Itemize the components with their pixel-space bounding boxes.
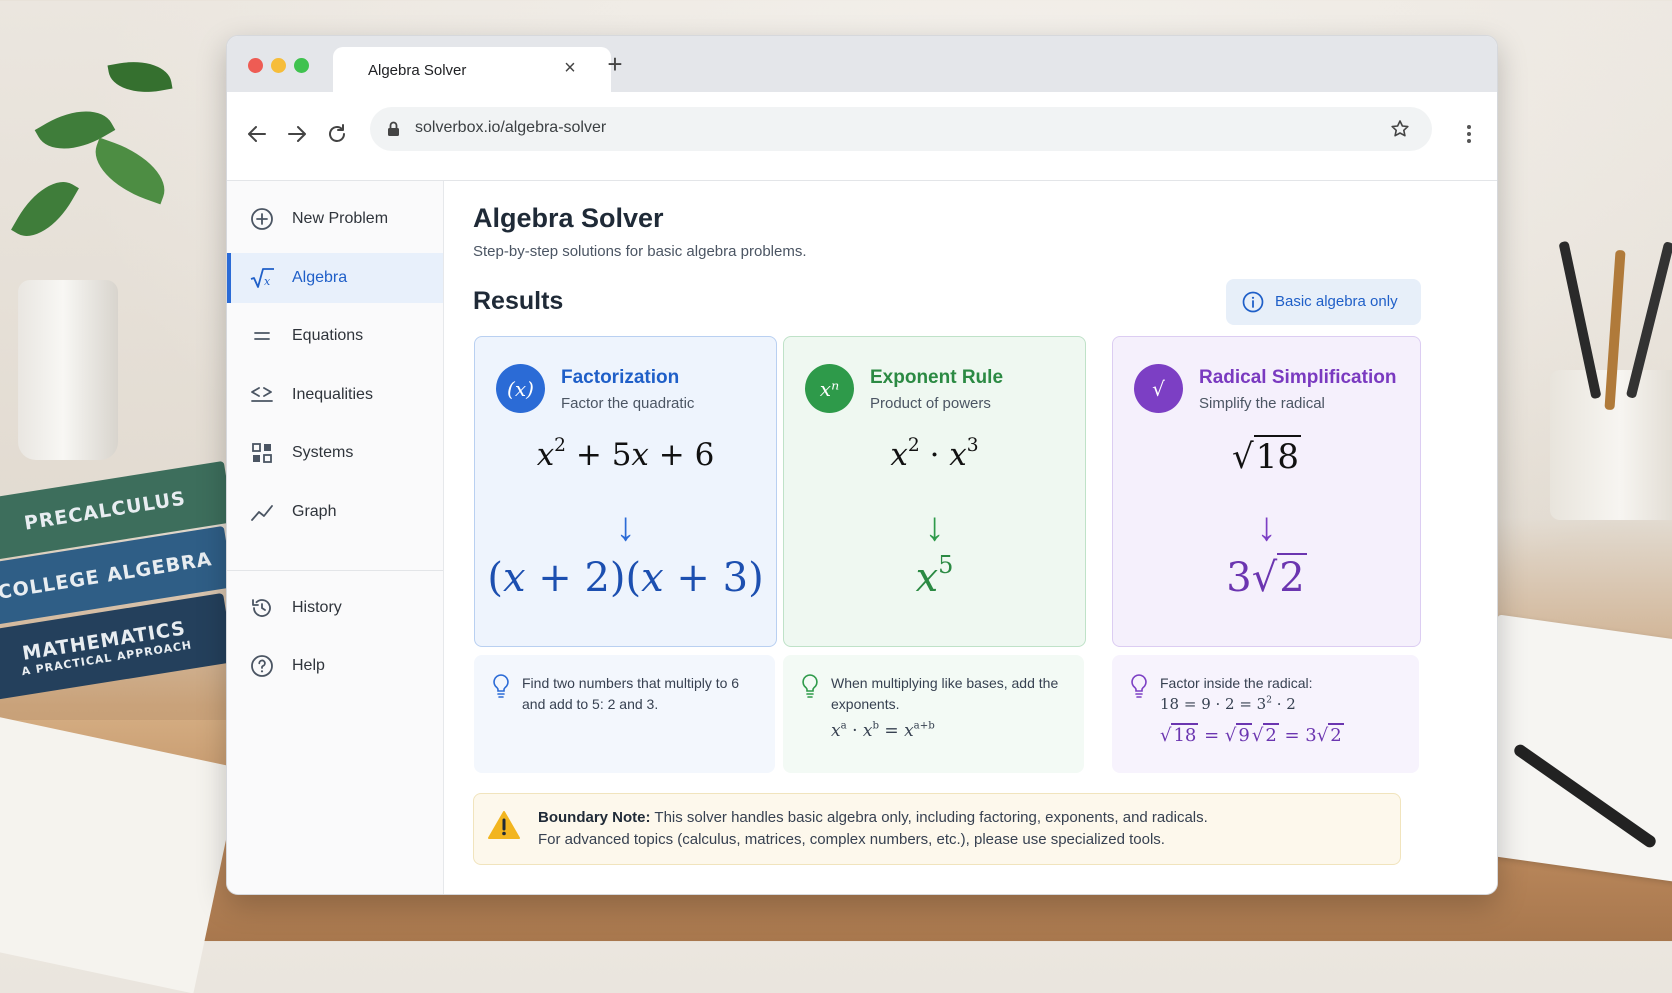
tip-text: When multiplying like bases, add the exp… <box>831 675 1059 712</box>
forward-icon[interactable] <box>283 120 311 148</box>
tab-bar: Algebra Solver × + <box>227 36 1497 92</box>
page-title: Algebra Solver <box>473 203 664 233</box>
radical-tip: Factor inside the radical: 18 = 9 · 2 = … <box>1112 655 1419 773</box>
sidebar-item-label: Equations <box>292 327 364 344</box>
browser-window: Algebra Solver × + solverbox.io/algebra-… <box>226 35 1498 895</box>
sidebar: New Problem x Algebra Equations Inequali… <box>227 181 444 894</box>
card-subtitle: Simplify the radical <box>1199 395 1325 412</box>
factorization-badge-icon: (x) <box>496 364 545 413</box>
sidebar-divider <box>227 570 443 571</box>
sidebar-item-algebra[interactable]: x Algebra <box>227 253 443 303</box>
radical-result: 3√2 <box>1226 553 1307 601</box>
radical-formula: √ 18 = √ 9 √ 2 = 3√ 2 <box>1160 723 1344 746</box>
card-subtitle: Product of powers <box>870 395 991 412</box>
factor-formula: 18 = 9 · 2 = 32 · 2 <box>1160 695 1296 713</box>
factored-result: (x + 2)(x + 3) <box>487 555 764 601</box>
radical-badge-icon: √ <box>1134 364 1183 413</box>
square-root-icon: x <box>249 265 275 291</box>
sidebar-item-label: Graph <box>292 503 337 520</box>
power-result: x5 <box>915 551 954 601</box>
sidebar-item-new-problem[interactable]: New Problem <box>227 194 443 244</box>
radical-simplification-card[interactable]: √ Radical Simplification Simplify the ra… <box>1112 336 1421 647</box>
note-line-2: For advanced topics (calculus, matrices,… <box>538 831 1165 848</box>
browser-toolbar: solverbox.io/algebra-solver <box>227 92 1497 181</box>
radical-expression: √18 <box>1232 435 1301 477</box>
sidebar-item-graph[interactable]: Graph <box>227 487 443 537</box>
browser-tab[interactable]: Algebra Solver × <box>333 47 611 92</box>
tab-title: Algebra Solver <box>368 62 467 79</box>
power-product-expression: x2 · x3 <box>890 435 979 473</box>
plant-pot <box>18 280 118 460</box>
exponent-rule-card[interactable]: xⁿ Exponent Rule Product of powers x2 · … <box>783 336 1086 647</box>
sidebar-item-inequalities[interactable]: Inequalities <box>227 370 443 420</box>
info-icon <box>1242 291 1264 313</box>
minimize-window-dot[interactable] <box>271 58 286 73</box>
sidebar-item-label: History <box>292 599 342 616</box>
help-circle-icon <box>249 653 275 679</box>
main-content: Algebra Solver Step-by-step solutions fo… <box>444 181 1497 894</box>
lock-icon <box>388 121 399 136</box>
tip-text: Factor inside the radical: <box>1160 675 1313 691</box>
url-text: solverbox.io/algebra-solver <box>415 119 607 136</box>
equals-icon <box>249 323 275 349</box>
factorization-card[interactable]: (x) Factorization Factor the quadratic x… <box>474 336 777 647</box>
svg-text:x: x <box>264 275 271 288</box>
boundary-note: Boundary Note: This solver handles basic… <box>473 793 1401 865</box>
tip-text: Find two numbers that multiply to 6 and … <box>522 675 740 712</box>
down-arrow-icon: ↓ <box>924 505 945 549</box>
note-label: Boundary Note: <box>538 809 651 826</box>
card-subtitle: Factor the quadratic <box>561 395 695 412</box>
grid-icon <box>249 440 275 466</box>
bookmark-star-icon[interactable] <box>1390 119 1410 139</box>
sidebar-item-systems[interactable]: Systems <box>227 428 443 478</box>
card-title: Factorization <box>561 367 680 388</box>
line-graph-icon <box>249 499 275 525</box>
sidebar-item-label: Help <box>292 657 325 674</box>
close-window-dot[interactable] <box>248 58 263 73</box>
sidebar-item-label: Systems <box>292 444 354 461</box>
lightbulb-icon <box>1131 674 1147 698</box>
reload-icon[interactable] <box>323 120 351 148</box>
back-icon[interactable] <box>243 120 271 148</box>
tab-close-icon[interactable]: × <box>559 57 581 80</box>
results-heading: Results <box>473 287 564 315</box>
down-arrow-icon: ↓ <box>1256 505 1277 549</box>
quadratic-expression: x2 + 5x + 6 <box>536 435 715 473</box>
history-icon <box>249 595 275 621</box>
lightbulb-icon <box>802 674 818 698</box>
sidebar-item-label: Inequalities <box>292 386 373 403</box>
note-text-1: This solver handles basic algebra only, … <box>654 809 1208 826</box>
kebab-menu-icon[interactable] <box>1459 120 1479 148</box>
page-subtitle: Step-by-step solutions for basic algebra… <box>473 243 807 260</box>
exponent-formula: xa · xb = xa+b <box>831 720 935 741</box>
sidebar-item-help[interactable]: Help <box>227 641 443 691</box>
sidebar-item-label: New Problem <box>292 210 389 227</box>
scope-badge: Basic algebra only <box>1226 279 1421 325</box>
lightbulb-icon <box>493 674 509 698</box>
sidebar-item-history[interactable]: History <box>227 583 443 633</box>
exponent-tip: When multiplying like bases, add the exp… <box>783 655 1084 773</box>
plus-circle-icon <box>249 206 275 232</box>
sidebar-item-label: Algebra <box>292 269 348 286</box>
factorization-tip: Find two numbers that multiply to 6 and … <box>474 655 775 773</box>
down-arrow-icon: ↓ <box>615 505 636 549</box>
maximize-window-dot[interactable] <box>294 58 309 73</box>
card-title: Radical Simplification <box>1199 367 1397 388</box>
inequality-icon <box>249 382 275 408</box>
sidebar-item-equations[interactable]: Equations <box>227 311 443 361</box>
address-bar[interactable]: solverbox.io/algebra-solver <box>370 107 1432 151</box>
scope-badge-label: Basic algebra only <box>1275 293 1398 310</box>
exponent-badge-icon: xⁿ <box>805 364 854 413</box>
warning-icon <box>488 811 520 839</box>
card-title: Exponent Rule <box>870 367 1004 388</box>
note-line-1: Boundary Note: This solver handles basic… <box>538 809 1208 826</box>
new-tab-icon[interactable]: + <box>601 51 629 77</box>
